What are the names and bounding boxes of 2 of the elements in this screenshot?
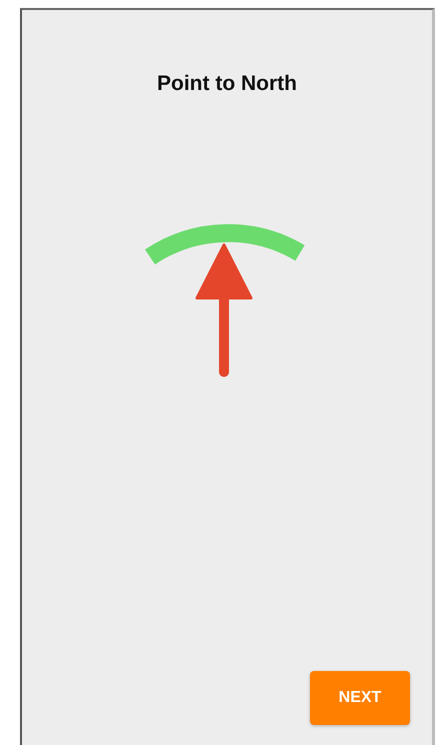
next-button[interactable]: NEXT — [310, 671, 410, 725]
screen-title: Point to North — [157, 72, 297, 96]
